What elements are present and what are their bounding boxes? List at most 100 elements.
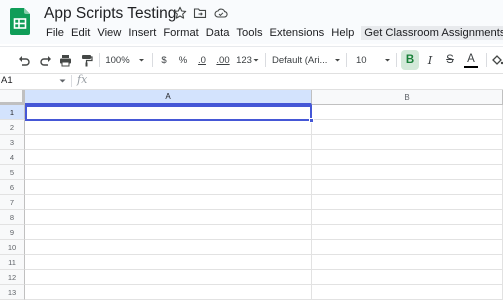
- fill-color-icon: [492, 54, 503, 65]
- row-header[interactable]: 5: [0, 165, 25, 180]
- cell[interactable]: [25, 255, 312, 270]
- cell[interactable]: [312, 150, 503, 165]
- row-header[interactable]: 4: [0, 150, 25, 165]
- formula-input[interactable]: [98, 75, 498, 87]
- grid-row: 13: [0, 285, 503, 300]
- cell[interactable]: [312, 210, 503, 225]
- decrease-decimal-button[interactable]: .0: [194, 47, 210, 73]
- move-to-folder-icon[interactable]: [193, 6, 207, 20]
- cell[interactable]: [312, 270, 503, 285]
- formula-divider: [71, 75, 72, 87]
- row-header[interactable]: 3: [0, 135, 25, 150]
- cell[interactable]: [312, 120, 503, 135]
- italic-button[interactable]: I: [422, 47, 438, 73]
- fill-color-button[interactable]: [491, 47, 503, 73]
- cell[interactable]: [25, 240, 312, 255]
- toolbar-divider: [486, 53, 487, 67]
- text-color-label: A: [467, 52, 475, 65]
- cell[interactable]: [312, 255, 503, 270]
- increase-decimal-button[interactable]: .00: [212, 47, 234, 73]
- menu-insert[interactable]: Insert: [126, 27, 158, 39]
- select-all-corner[interactable]: [0, 90, 25, 105]
- menu-get-classroom-assignments[interactable]: Get Classroom Assignments: [361, 26, 503, 40]
- menu-edit[interactable]: Edit: [69, 27, 92, 39]
- increase-decimal-label: .00: [216, 54, 230, 66]
- chevron-down-icon: [138, 59, 144, 62]
- fx-icon: fx: [77, 73, 88, 86]
- redo-icon: [39, 55, 51, 66]
- cell[interactable]: [25, 120, 312, 135]
- cell[interactable]: [312, 180, 503, 195]
- cell[interactable]: [25, 195, 312, 210]
- row-header[interactable]: 1: [0, 105, 25, 120]
- more-formats-button[interactable]: 123: [235, 47, 261, 73]
- print-button[interactable]: [57, 47, 73, 73]
- decrease-decimal-label: .0: [198, 54, 206, 66]
- cell[interactable]: [312, 225, 503, 240]
- menu-help[interactable]: Help: [329, 27, 356, 39]
- cell[interactable]: [312, 195, 503, 210]
- strikethrough-button[interactable]: S: [442, 47, 458, 73]
- cell[interactable]: [25, 165, 312, 180]
- grid-row: 10: [0, 240, 503, 255]
- chevron-down-icon: [335, 59, 340, 62]
- menu-file[interactable]: File: [44, 27, 66, 39]
- cell[interactable]: [25, 135, 312, 150]
- grid-row: 4: [0, 150, 503, 165]
- cell[interactable]: [25, 270, 312, 285]
- menu-tools[interactable]: Tools: [234, 27, 264, 39]
- grid-row: 6: [0, 180, 503, 195]
- menu-data[interactable]: Data: [204, 27, 232, 39]
- chevron-down-icon: [253, 59, 259, 62]
- cloud-saved-icon[interactable]: [214, 6, 228, 20]
- cell[interactable]: [25, 180, 312, 195]
- sheets-logo-icon[interactable]: [10, 8, 30, 35]
- row-header[interactable]: 2: [0, 120, 25, 135]
- redo-button[interactable]: [37, 47, 53, 73]
- italic-label: I: [427, 53, 433, 67]
- formula-bar: A1 fx: [0, 73, 503, 90]
- document-title[interactable]: App Scripts Testing: [44, 5, 176, 23]
- cell[interactable]: [312, 135, 503, 150]
- cell[interactable]: [312, 105, 503, 120]
- undo-icon: [18, 55, 30, 66]
- fill-handle[interactable]: [309, 118, 314, 123]
- bold-button[interactable]: B: [401, 50, 419, 70]
- cell[interactable]: [25, 225, 312, 240]
- percent-format-button[interactable]: %: [176, 47, 190, 73]
- cell[interactable]: [25, 210, 312, 225]
- toolbar-divider: [346, 53, 347, 67]
- row-header[interactable]: 8: [0, 210, 25, 225]
- zoom-select[interactable]: 100%: [104, 47, 148, 73]
- menu-view[interactable]: View: [95, 27, 123, 39]
- font-family-select[interactable]: Default (Ari...: [272, 47, 338, 73]
- column-header-a[interactable]: A: [25, 90, 312, 105]
- cell[interactable]: [312, 165, 503, 180]
- currency-format-button[interactable]: $: [157, 47, 171, 73]
- row-header[interactable]: 12: [0, 270, 25, 285]
- grid-row: 11: [0, 255, 503, 270]
- cell[interactable]: [25, 150, 312, 165]
- row-header[interactable]: 7: [0, 195, 25, 210]
- undo-button[interactable]: [16, 47, 32, 73]
- active-cell-outline[interactable]: [25, 105, 312, 121]
- chevron-down-icon[interactable]: [59, 79, 66, 84]
- row-header[interactable]: 9: [0, 225, 25, 240]
- cell[interactable]: [312, 240, 503, 255]
- row-header[interactable]: 10: [0, 240, 25, 255]
- cell[interactable]: [25, 285, 312, 300]
- grid-row: 2: [0, 120, 503, 135]
- menu-format[interactable]: Format: [161, 27, 200, 39]
- paint-format-button[interactable]: [78, 47, 94, 73]
- row-header[interactable]: 6: [0, 180, 25, 195]
- name-box[interactable]: A1: [1, 75, 13, 86]
- row-header[interactable]: 13: [0, 285, 25, 300]
- cell[interactable]: [312, 285, 503, 300]
- star-icon[interactable]: [173, 6, 187, 20]
- toolbar-divider: [152, 53, 153, 67]
- row-header[interactable]: 11: [0, 255, 25, 270]
- grid-body: 1 2 3 4 5 6 7 8 9 10 11 12 13: [0, 105, 503, 300]
- menu-extensions[interactable]: Extensions: [268, 27, 327, 39]
- column-header-b[interactable]: B: [312, 90, 503, 105]
- text-color-button[interactable]: A: [462, 47, 480, 73]
